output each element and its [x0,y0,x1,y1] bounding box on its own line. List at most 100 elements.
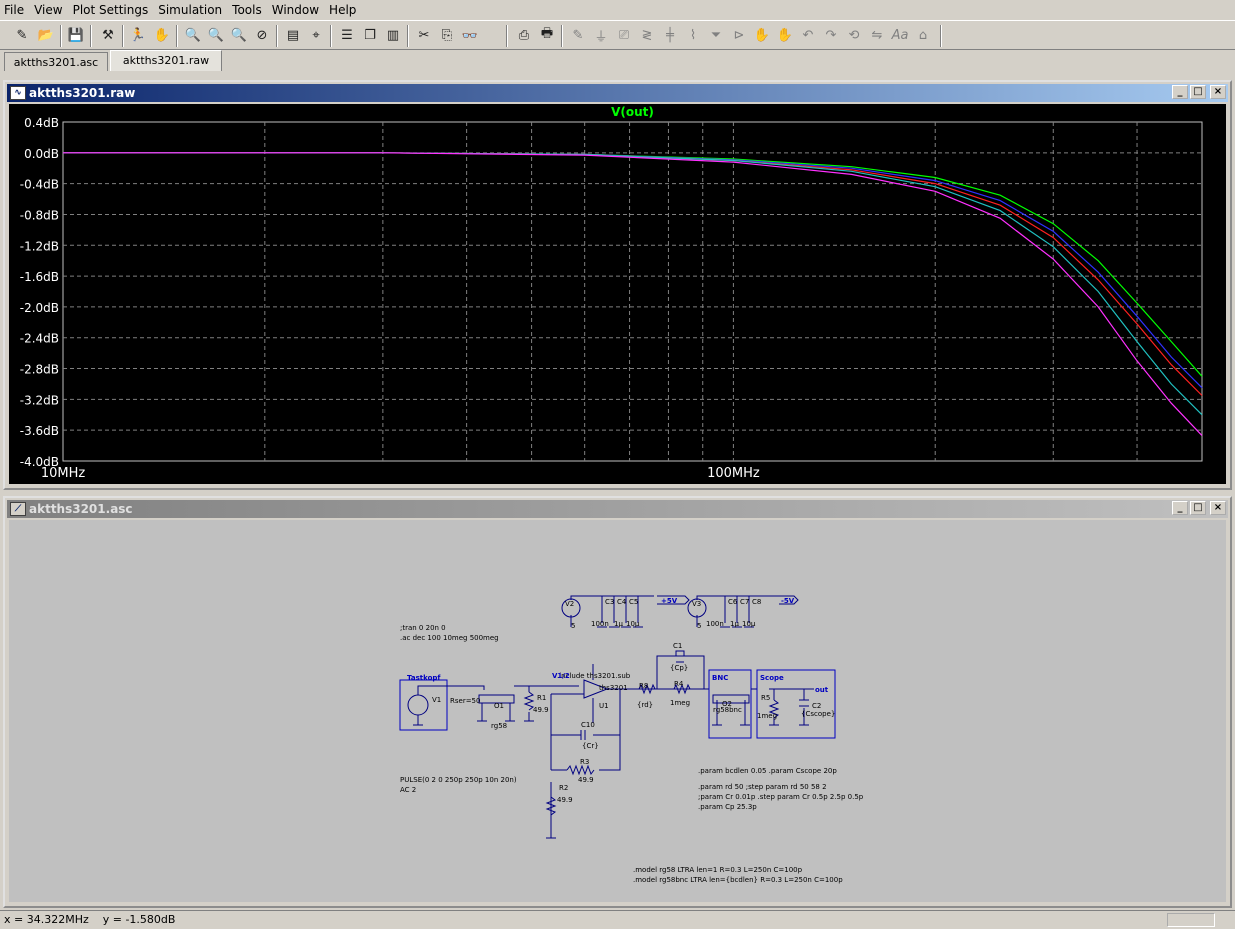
directive-model1[interactable]: .model rg58 LTRA len=1 R=0.3 L=250n C=10… [633,866,803,874]
c4-value[interactable]: 1µ [614,620,623,628]
copy-icon[interactable]: ⎘ [437,25,457,45]
ac-value[interactable]: AC 2 [400,786,416,794]
text-icon[interactable]: Aa [890,25,910,45]
tab-waveform[interactable]: aktths3201.raw [110,50,222,71]
zoom-box-icon[interactable]: 🔍 [206,25,226,45]
diode-icon[interactable]: ⏷ [706,25,726,45]
run-icon[interactable]: 🏃 [128,25,148,45]
scope-label[interactable]: Scope [760,674,784,682]
menu-file[interactable]: File [0,0,29,20]
r1-value[interactable]: 49.9 [533,706,549,714]
component-icon[interactable]: ⊳ [729,25,749,45]
c1-label[interactable]: C1 [673,642,682,650]
c5-value[interactable]: 10µ [626,620,640,628]
waveform-plot-area[interactable]: 0.4dB 0.0dB -0.4dB -0.8dB -1.2dB -1.6dB -2.0dB… [9,104,1226,484]
spice-directive-icon[interactable]: ⌂ [913,25,933,45]
undo-icon[interactable]: ↶ [798,25,818,45]
c10-label[interactable]: C10 [581,721,595,729]
ground-icon[interactable]: ⏚ [591,25,611,45]
maximize-button[interactable]: □ [1190,85,1206,99]
c8-label[interactable]: C8 [752,598,761,606]
c3-value[interactable]: 100n [591,620,609,628]
print-setup-icon[interactable]: ⎙ [514,25,534,45]
cascade-icon[interactable]: ❐ [360,25,380,45]
probe-icon[interactable]: ⌖ [306,25,326,45]
tile-vertical-icon[interactable]: ▥ [383,25,403,45]
v1-label[interactable]: V1 [432,696,441,704]
menu-help[interactable]: Help [324,0,361,20]
r4-value[interactable]: 1meg [670,699,690,707]
directive-params3[interactable]: ;param Cr 0.01p .step param Cr 0.5p 2.5p… [698,793,864,801]
halt-icon[interactable]: ✋ [152,25,172,45]
tab-schematic[interactable]: aktths3201.asc [4,52,108,71]
minimize-button[interactable]: _ [1172,501,1188,515]
close-button[interactable]: × [1210,85,1226,99]
r2-value[interactable]: 49.9 [557,796,573,804]
schematic-window-titlebar[interactable]: ⟋ aktths3201.asc _ □ × [7,500,1228,518]
zoom-in-icon[interactable]: 🔍 [183,25,203,45]
redo-icon[interactable]: ↷ [821,25,841,45]
waveform-window-titlebar[interactable]: ∿ aktths3201.raw _ □ × [7,84,1228,102]
c2-label[interactable]: C2 [812,702,821,710]
c6-value[interactable]: 100n [706,620,724,628]
wire-icon[interactable]: ✎ [568,25,588,45]
resistor-icon[interactable]: ≷ [637,25,657,45]
directive-tran[interactable]: ;tran 0 20n 0 [400,624,446,632]
out-label[interactable]: out [815,686,829,694]
r5-value[interactable]: 1meg [757,712,777,720]
close-button[interactable]: × [1210,501,1226,515]
c3-label[interactable]: C3 [605,598,614,606]
r5-label[interactable]: R5 [761,694,770,702]
ths-label[interactable]: ths3201 [599,684,628,692]
rg58bnc-label[interactable]: rg58bnc [713,706,742,714]
directive-params2[interactable]: .param rd 50 ;step param rd 50 58 2 [698,783,827,791]
r3-label[interactable]: R3 [580,758,589,766]
zoom-out-icon[interactable]: 🔍 [229,25,249,45]
plus5v-label[interactable]: +5V [661,597,678,605]
schematic-drawing[interactable]: ;tran 0 20n 0 .ac dec 100 10meg 500meg .… [9,520,1226,902]
inductor-icon[interactable]: ⌇ [683,25,703,45]
c2-value[interactable]: {Cscope} [801,710,835,718]
u1-label[interactable]: U1 [599,702,609,710]
label-icon[interactable]: ⎚ [614,25,634,45]
menu-tools[interactable]: Tools [227,0,267,20]
c6-label[interactable]: C6 [728,598,738,606]
c8-value[interactable]: 10µ [742,620,756,628]
open-icon[interactable]: 📂 [36,25,56,45]
v2-label[interactable]: V2 [565,600,574,608]
tastkopf-label[interactable]: Tastkopf [407,674,441,682]
minus5v-label[interactable]: -5V [781,597,795,605]
r3-value[interactable]: 49.9 [578,776,594,784]
r1-label[interactable]: R1 [537,694,546,702]
c7-label[interactable]: C7 [740,598,749,606]
r2-label[interactable]: R2 [559,784,568,792]
rser-label[interactable]: Rser=50 [450,697,480,705]
cut-icon[interactable]: ✂ [414,25,434,45]
v3-value[interactable]: 5 [697,622,701,630]
schematic-canvas[interactable]: ;tran 0 20n 0 .ac dec 100 10meg 500meg .… [9,520,1226,902]
v3-label[interactable]: V3 [692,600,701,608]
rg58-label[interactable]: rg58 [491,722,507,730]
bnc-label[interactable]: BNC [712,674,728,682]
directive-params1[interactable]: .param bcdlen 0.05 .param Cscope 20p [698,767,837,775]
drag-icon[interactable]: ✋ [775,25,795,45]
zoom-cancel-icon[interactable]: ⊘ [252,25,272,45]
print-icon[interactable]: 🖶 [537,25,557,45]
pulse-value[interactable]: PULSE(0 2 0 250p 250p 10n 20n) [400,776,517,784]
rotate-icon[interactable]: ⟲ [844,25,864,45]
minimize-button[interactable]: _ [1172,85,1188,99]
menu-view[interactable]: View [29,0,67,20]
menu-simulation[interactable]: Simulation [153,0,227,20]
directive-model2[interactable]: .model rg58bnc LTRA len={bcdlen} R=0.3 L… [633,876,843,884]
new-schematic-icon[interactable]: ✎ [12,25,32,45]
maximize-button[interactable]: □ [1190,501,1206,515]
save-icon[interactable]: 💾 [66,25,86,45]
find-icon[interactable]: 👓 [460,26,480,46]
v12-label[interactable]: V1/2 [552,672,570,680]
v2-value[interactable]: 5 [571,622,575,630]
tile-horizontal-icon[interactable]: ☰ [337,25,357,45]
control-panel-icon[interactable]: ⚒ [98,25,118,45]
directive-ac[interactable]: .ac dec 100 10meg 500meg [400,634,499,642]
capacitor-icon[interactable]: ╪ [660,25,680,45]
autorange-icon[interactable]: ▤ [283,25,303,45]
